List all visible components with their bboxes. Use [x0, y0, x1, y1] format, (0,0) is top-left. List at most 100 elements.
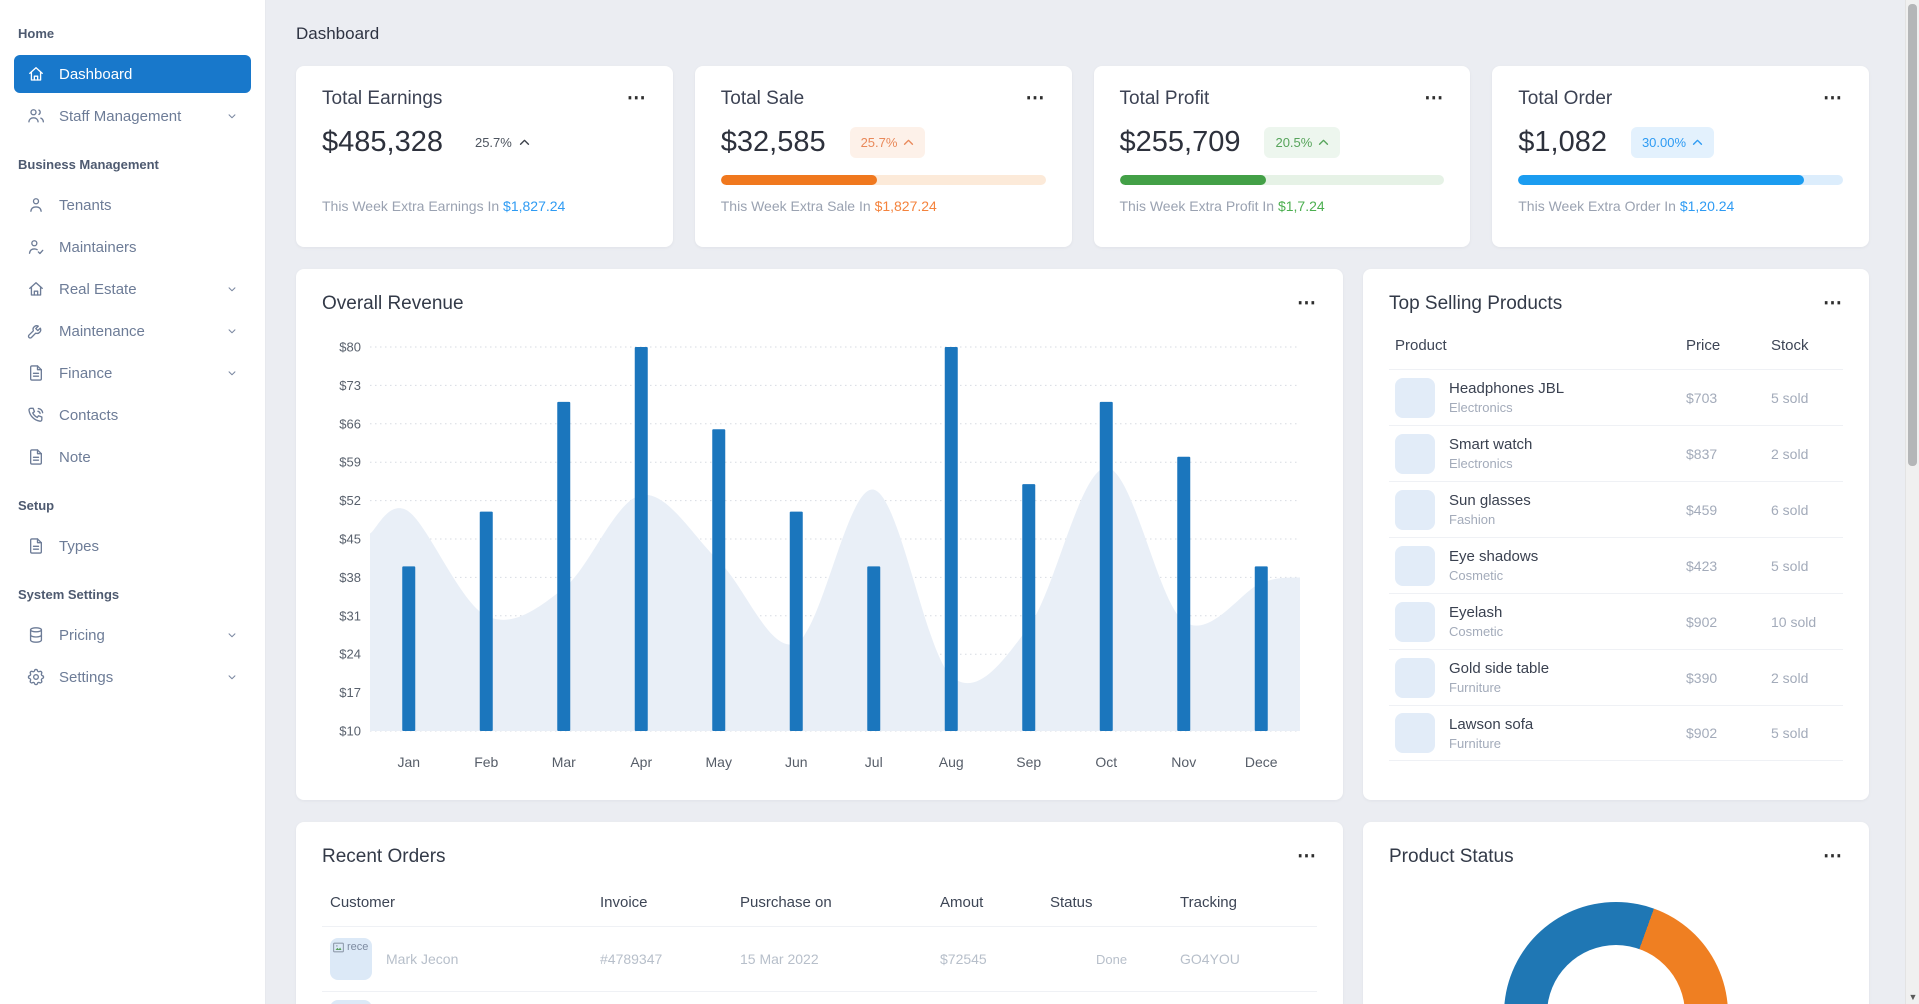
product-name: Headphones JBL: [1449, 380, 1565, 397]
orders-table-header: Customer Invoice Pusrchase on Amout Stat…: [322, 868, 1317, 926]
sidebar-item-types[interactable]: Types: [14, 527, 251, 565]
product-row-headphones-jbl[interactable]: Headphones JBL Electronics $703 5 sold: [1389, 369, 1843, 425]
stat-card-value: $255,709: [1119, 125, 1241, 158]
product-row-eyelash[interactable]: Eyelash Cosmetic $902 10 sold: [1389, 593, 1843, 649]
product-row-eye-shadows[interactable]: Eye shadows Cosmetic $423 5 sold: [1389, 537, 1843, 593]
product-row-gold-side-table[interactable]: Gold side table Furniture $390 2 sold: [1389, 649, 1843, 705]
sidebar-item-pricing[interactable]: Pricing: [14, 616, 251, 654]
chevron-down-icon: [228, 287, 236, 292]
scrollbar-thumb[interactable]: [1908, 4, 1917, 466]
product-row-sun-glasses[interactable]: Sun glasses Fashion $459 6 sold: [1389, 481, 1843, 537]
product-price: $459: [1686, 501, 1718, 518]
sidebar-item-label: Types: [59, 537, 100, 555]
revenue-bar-chart: $80 $73 $66 $59 $52 $45 $38 $31 $24 $17 $10 Jan Feb M…: [339, 340, 1300, 770]
user-icon: [30, 198, 42, 212]
order-purchase-date: 15 Mar 2022: [740, 951, 819, 967]
footer-amount: $1,827.24: [874, 198, 937, 214]
sidebar-item-label: Dashboard: [59, 65, 133, 83]
more-options-button[interactable]: ⋯: [1823, 847, 1843, 866]
sidebar-item-note[interactable]: Note: [14, 438, 251, 476]
more-options-button[interactable]: ⋯: [1026, 89, 1046, 108]
sidebar-section-label: Home: [18, 26, 55, 41]
bar-aug[interactable]: [944, 347, 958, 731]
sidebar-item-real-estate[interactable]: Real Estate: [14, 270, 251, 308]
stat-card-total-earnings: Total Earnings ⋯ $485,328 25.7% This Week Ex…: [296, 66, 673, 247]
page-scrollbar[interactable]: ▼: [1905, 0, 1919, 1004]
stat-card-footer: This Week Extra Order In $1,20.24: [1518, 198, 1735, 214]
more-options-button[interactable]: ⋯: [1297, 294, 1317, 313]
product-thumbnail: [1395, 433, 1435, 474]
bar-jul[interactable]: [867, 566, 881, 731]
product-stock: 6 sold: [1771, 501, 1809, 518]
sidebar-item-label: Maintainers: [59, 238, 137, 256]
product-name: Eye shadows: [1449, 548, 1539, 565]
y-tick-label: $10: [339, 724, 361, 739]
stat-card-total-profit: Total Profit ⋯ $255,709 20.5% This Week Extr…: [1093, 66, 1471, 247]
product-stock: 2 sold: [1771, 669, 1809, 686]
page-title: Dashboard: [296, 24, 380, 43]
y-tick-label: $38: [339, 570, 361, 585]
sidebar-item-dashboard[interactable]: Dashboard: [14, 55, 251, 93]
stat-card-value: $32,585: [720, 125, 826, 158]
bar-mar[interactable]: [557, 401, 571, 731]
bar-jan[interactable]: [402, 566, 416, 731]
sidebar-item-maintenance[interactable]: Maintenance: [14, 312, 251, 350]
more-options-button[interactable]: ⋯: [1823, 89, 1843, 108]
customer-avatar-broken-image: [330, 1000, 372, 1004]
product-row-lawson-sofa[interactable]: Lawson sofa Furniture $902 5 sold: [1389, 705, 1843, 761]
sidebar-item-tenants[interactable]: Tenants: [14, 186, 251, 224]
product-price: $902: [1686, 613, 1718, 630]
column-stock: Stock: [1771, 337, 1809, 354]
sidebar-item-label: Contacts: [59, 406, 119, 424]
caret-up-icon: [1319, 139, 1329, 145]
product-status-title: Product Status: [1389, 846, 1514, 867]
product-name: Gold side table: [1449, 660, 1550, 677]
more-options-button[interactable]: ⋯: [1823, 294, 1843, 313]
stat-card-value: $1,082: [1518, 125, 1607, 158]
y-tick-label: $73: [339, 378, 361, 393]
sidebar-item-settings[interactable]: Settings: [14, 658, 251, 696]
sidebar-item-finance[interactable]: Finance: [14, 354, 251, 392]
trend-area: [370, 467, 1300, 731]
product-stock: 10 sold: [1771, 613, 1817, 630]
y-tick-label: $31: [339, 608, 361, 623]
x-tick-label: Jul: [865, 754, 883, 770]
sidebar-item-maintainers[interactable]: Maintainers: [14, 228, 251, 266]
product-stock: 5 sold: [1771, 389, 1809, 406]
x-tick-label: Jun: [785, 754, 808, 770]
bar-may[interactable]: [712, 429, 726, 731]
chevron-down-icon: [228, 633, 236, 638]
more-options-button[interactable]: ⋯: [627, 89, 647, 108]
more-options-button[interactable]: ⋯: [1424, 89, 1444, 108]
product-price: $423: [1686, 557, 1718, 574]
sidebar-item-label: Pricing: [59, 626, 105, 644]
product-price: $390: [1686, 669, 1718, 686]
bar-feb[interactable]: [479, 511, 493, 731]
stat-cards-row: Total Earnings ⋯ $485,328 25.7% This Week Ex…: [296, 66, 1869, 247]
sidebar-item-staff-management[interactable]: Staff Management: [14, 97, 251, 135]
bar-oct[interactable]: [1099, 401, 1113, 731]
sidebar-item-contacts[interactable]: Contacts: [14, 396, 251, 434]
product-thumbnail: [1395, 377, 1435, 418]
x-tick-label: Aug: [939, 754, 964, 770]
product-thumbnail: [1395, 601, 1435, 642]
scrollbar-down-arrow[interactable]: ▼: [1906, 992, 1919, 1002]
change-badge: 20.5%: [1264, 126, 1341, 158]
bar-jun[interactable]: [789, 511, 803, 731]
bar-dece[interactable]: [1254, 566, 1268, 731]
bar-sep[interactable]: [1022, 484, 1036, 731]
caret-up-icon: [904, 139, 914, 145]
sidebar-section-home: Home Dashboard Staff Management: [0, 8, 265, 135]
bar-nov[interactable]: [1177, 456, 1191, 731]
product-stock: 5 sold: [1771, 557, 1809, 574]
x-tick-label: Mar: [552, 754, 576, 770]
order-row-mark-jecon[interactable]: rece Mark Jecon #4789347 15 Mar 2022 $72545 D…: [322, 926, 1317, 992]
more-options-button[interactable]: ⋯: [1297, 847, 1317, 866]
stat-card-title: Total Profit: [1119, 88, 1210, 109]
table-row-partial: [322, 992, 1317, 1004]
stat-card-footer: This Week Extra Earnings In $1,827.24: [322, 198, 566, 214]
bar-apr[interactable]: [634, 347, 648, 731]
product-row-smart-watch[interactable]: Smart watch Electronics $837 2 sold: [1389, 425, 1843, 481]
stat-card-title: Total Earnings: [322, 88, 443, 109]
product-name: Lawson sofa: [1449, 715, 1534, 733]
